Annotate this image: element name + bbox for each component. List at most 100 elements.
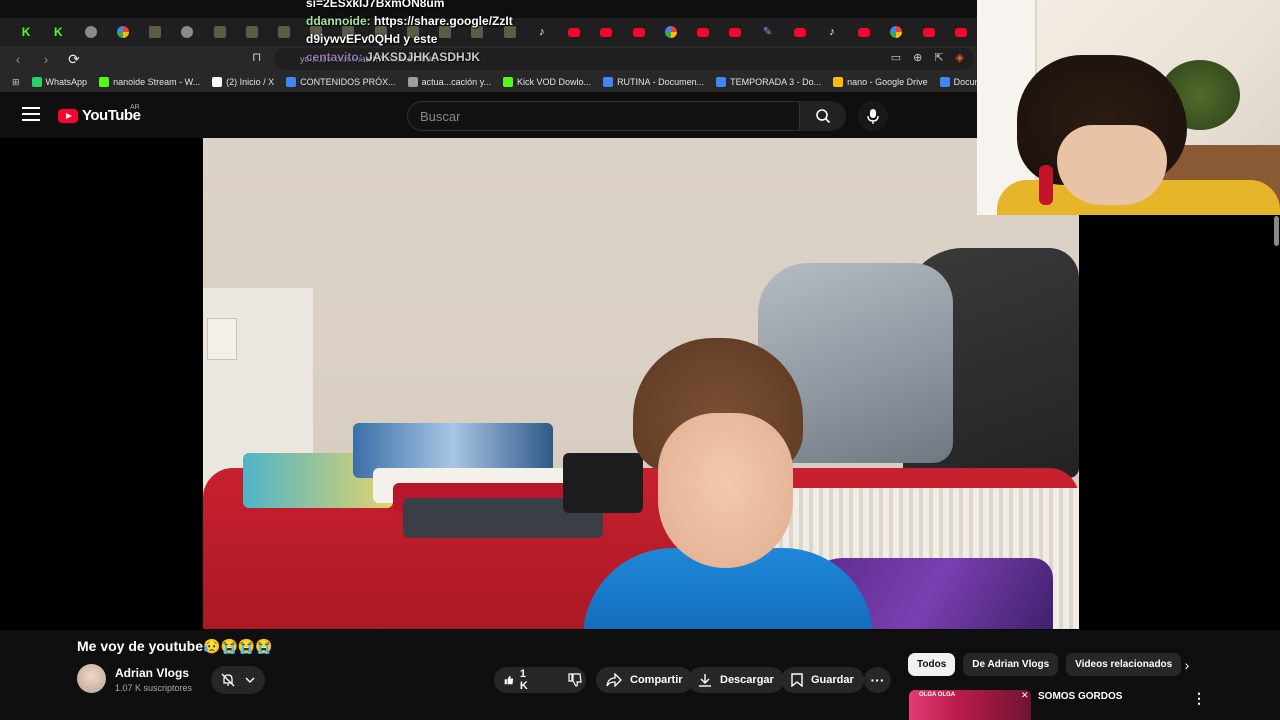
bookmark-favicon-icon	[833, 77, 844, 87]
bookmark-item[interactable]: nano - Google Drive	[833, 77, 928, 87]
screen: K K ♪ ✎ ♪ ‹ › ⟳ ⊓ youtube.com/watch?v=...M&t…	[0, 0, 1280, 720]
video-title: Me voy de youtube😥😭😭😭	[77, 638, 273, 654]
back-icon[interactable]: ‹	[8, 49, 28, 69]
bookmark-item[interactable]: WhatsApp	[31, 77, 87, 87]
recommended-title[interactable]: SOMOS GORDOS	[1038, 691, 1122, 702]
youtube-logo[interactable]: YouTube AR	[58, 104, 141, 124]
browser-tab[interactable]	[171, 20, 203, 44]
chat-line-0: si=2ESxkIJ7BxmON8um	[306, 0, 445, 10]
youtube-icon	[632, 27, 645, 37]
browser-tab[interactable]	[107, 20, 139, 44]
bookmark-item[interactable]: Kick VOD Dowlo...	[503, 77, 591, 87]
browser-tab[interactable]: ✎	[751, 20, 783, 44]
browser-tab[interactable]	[74, 20, 106, 44]
reload-icon[interactable]: ⟳	[64, 49, 84, 69]
youtube-icon	[922, 27, 935, 37]
apps-grid-icon[interactable]: ⊞	[12, 77, 20, 88]
chip-todos[interactable]: Todos	[908, 653, 956, 676]
bookmark-favicon-icon	[716, 77, 727, 87]
google-icon	[116, 26, 129, 38]
streamer-webcam	[977, 0, 1280, 215]
bookmark-item[interactable]: CONTENIDOS PRÓX...	[286, 77, 396, 87]
chip-related[interactable]: Videos relacionados	[1066, 653, 1182, 676]
share-button[interactable]: Compartir	[596, 667, 693, 693]
voice-search-button[interactable]	[858, 101, 888, 131]
youtube-icon	[729, 27, 742, 37]
bookmark-favicon-icon	[603, 77, 614, 87]
bookmark-item[interactable]: RUTINA - Documen...	[603, 77, 704, 87]
dislike-button[interactable]	[558, 667, 592, 693]
bookmark-item[interactable]: (2) Inicio / X	[212, 77, 274, 87]
search-button[interactable]	[800, 101, 846, 131]
bookmark-favicon-icon	[99, 77, 110, 87]
download-button[interactable]: Descargar	[688, 667, 784, 693]
chat-line-1: ddannoide: https://share.google/ZzIt	[306, 12, 513, 30]
bookmark-label: TEMPORADA 3 - Do...	[730, 77, 822, 87]
channel-avatar[interactable]	[77, 664, 106, 693]
tiktok-icon: ♪	[829, 26, 835, 38]
bookmark-label: actua...cación y...	[421, 77, 492, 87]
browser-tab[interactable]	[913, 20, 945, 44]
more-vertical-icon[interactable]: ⋮	[1192, 690, 1206, 707]
notification-button[interactable]	[211, 666, 265, 694]
youtube-play-icon	[58, 108, 78, 123]
browser-tab[interactable]	[203, 20, 235, 44]
zoom-icon[interactable]: ⊕	[913, 51, 922, 64]
thumbs-down-icon	[568, 673, 582, 687]
bookmark-item[interactable]: TEMPORADA 3 - Do...	[716, 77, 821, 87]
chip-channel[interactable]: De Adrian Vlogs	[963, 653, 1059, 676]
browser-tab[interactable]	[945, 20, 977, 44]
browser-tab[interactable]	[719, 20, 751, 44]
bookmark-favicon-icon	[212, 77, 223, 87]
browser-tab[interactable]	[268, 20, 300, 44]
bookmark-star-icon[interactable]: ⊓	[252, 50, 261, 64]
related-filter-chips: Todos De Adrian Vlogs Videos relacionado…	[908, 653, 1182, 676]
bookmark-item[interactable]: nanoide Stream - W...	[99, 77, 200, 87]
bookmark-item[interactable]: Documento sin títul...	[939, 77, 977, 87]
bookmark-icon	[791, 673, 803, 687]
browser-tab[interactable]	[236, 20, 268, 44]
browser-tab[interactable]	[848, 20, 880, 44]
search-icon	[816, 109, 831, 124]
brave-shield-icon[interactable]: ◈	[956, 51, 964, 64]
save-label: Guardar	[811, 674, 854, 686]
page-scrollbar[interactable]	[1274, 216, 1279, 246]
browser-tab[interactable]	[655, 20, 687, 44]
browser-tab[interactable]	[784, 20, 816, 44]
save-button[interactable]: Guardar	[781, 667, 864, 693]
more-actions-button[interactable]: ···	[864, 667, 891, 693]
webcam-person-face	[1057, 125, 1167, 205]
browser-tab[interactable]: K	[42, 20, 74, 44]
browser-tab[interactable]: K	[10, 20, 42, 44]
chat-username: ddannoide:	[306, 14, 371, 28]
search-input[interactable]	[420, 108, 799, 124]
browser-tab[interactable]	[558, 20, 590, 44]
bookmark-favicon-icon	[31, 77, 42, 87]
bookmark-item[interactable]: actua...cación y...	[407, 77, 492, 87]
webcam-headphones	[1039, 165, 1053, 205]
thumbs-up-icon	[504, 675, 514, 685]
browser-tab[interactable]	[622, 20, 654, 44]
bookmark-label: nanoide Stream - W...	[113, 77, 201, 87]
share-arrow-icon	[606, 673, 622, 687]
channel-name[interactable]: Adrian Vlogs	[115, 666, 189, 680]
browser-tab[interactable]	[139, 20, 171, 44]
subscriber-count: 1.07 K suscriptores	[115, 683, 193, 693]
recommended-thumbnail[interactable]: OLGA OLGA	[909, 690, 1031, 720]
youtube-icon	[600, 27, 613, 37]
chevron-right-icon[interactable]: ›	[1178, 656, 1196, 674]
forward-icon[interactable]: ›	[36, 49, 56, 69]
browser-tab[interactable]	[687, 20, 719, 44]
video-light-switch	[207, 318, 237, 360]
like-count: 1 K	[519, 668, 528, 692]
browser-tab[interactable]	[590, 20, 622, 44]
video-player[interactable]	[203, 138, 1079, 629]
browser-tab[interactable]: ♪	[816, 20, 848, 44]
close-icon[interactable]: ✕	[1021, 690, 1029, 701]
share-icon[interactable]: ⇱	[934, 51, 943, 64]
browser-tab[interactable]	[880, 20, 912, 44]
cast-icon[interactable]: ▭	[891, 51, 901, 64]
menu-icon[interactable]	[22, 107, 40, 121]
like-button[interactable]: 1 K	[494, 667, 542, 693]
browser-tab[interactable]: ♪	[526, 20, 558, 44]
